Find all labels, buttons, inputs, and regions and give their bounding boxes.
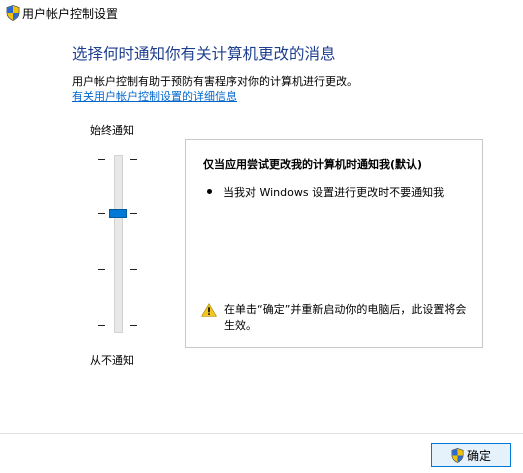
uac-shield-icon (6, 5, 20, 21)
warning-icon (201, 303, 217, 317)
setting-title: 仅当应用尝试更改我的计算机时通知我(默认) (203, 158, 423, 171)
slider-track[interactable] (114, 155, 123, 333)
slider-tick (130, 325, 137, 326)
slider-tick (130, 213, 137, 214)
slider-tick (130, 269, 137, 270)
slider-tick (98, 159, 105, 160)
ok-button-label: 确定 (466, 448, 491, 463)
slider-tick (98, 269, 105, 270)
slider-top-label: 始终通知 (90, 124, 134, 137)
description-text: 用户帐户控制有助于预防有害程序对你的计算机进行更改。 (72, 75, 358, 88)
slider-tick (130, 159, 137, 160)
setting-description-panel: 仅当应用尝试更改我的计算机时通知我(默认) 当我对 Windows 设置进行更改… (185, 139, 483, 348)
more-info-link[interactable]: 有关用户帐户控制设置的详细信息 (72, 88, 237, 104)
footer-divider (0, 433, 523, 434)
slider-bottom-label: 从不通知 (90, 354, 134, 367)
title-bar: 用户帐户控制设置 (0, 0, 523, 26)
bullet-icon (207, 189, 212, 194)
ok-button[interactable]: 确定 (431, 443, 511, 467)
slider-thumb[interactable] (109, 209, 127, 218)
setting-bullet: 当我对 Windows 设置进行更改时不要通知我 (223, 186, 445, 199)
page-heading: 选择何时通知你有关计算机更改的消息 (72, 45, 336, 63)
restart-warning: 在单击“确定”并重新启动你的电脑后，此设置将会生效。 (224, 303, 467, 332)
slider-tick (98, 213, 105, 214)
uac-shield-icon (451, 447, 464, 463)
window-title: 用户帐户控制设置 (22, 7, 119, 21)
slider-tick (98, 325, 105, 326)
